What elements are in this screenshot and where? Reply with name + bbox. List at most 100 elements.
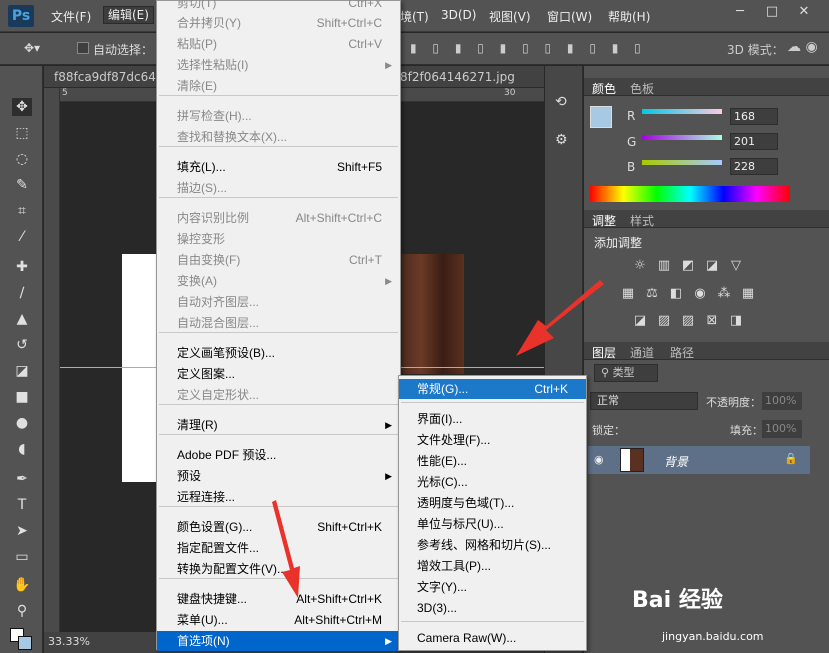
edit-menu-item[interactable]: 清除(E) bbox=[157, 76, 400, 96]
tab-channels[interactable]: 通道 bbox=[630, 344, 654, 361]
edit-menu-item[interactable]: 粘贴(P) Ctrl+V bbox=[157, 34, 400, 54]
r-value-input[interactable]: 168 bbox=[730, 108, 778, 125]
pen-tool-icon[interactable]: ✒ bbox=[12, 470, 32, 488]
marquee-tool-icon[interactable]: ⬚ bbox=[12, 124, 32, 142]
edit-menu-item[interactable]: 查找和替换文本(X)... bbox=[157, 127, 400, 147]
stamp-tool-icon[interactable]: ▲ bbox=[12, 310, 32, 328]
blur-tool-icon[interactable]: ● bbox=[12, 414, 32, 432]
menu-3d[interactable]: 3D(D) bbox=[441, 8, 476, 22]
preferences-menu-item[interactable]: 参考线、网格和切片(S)... bbox=[399, 535, 586, 555]
g-value-input[interactable]: 201 bbox=[730, 133, 778, 150]
tab-paths[interactable]: 路径 bbox=[670, 344, 694, 361]
edit-menu-item[interactable]: 自动对齐图层... bbox=[157, 292, 400, 312]
hue-saturation-icon[interactable]: ▦ bbox=[620, 287, 636, 301]
preferences-menu-item[interactable]: Camera Raw(W)... bbox=[399, 628, 586, 648]
menu-file[interactable]: 文件(F) bbox=[51, 8, 91, 25]
edit-menu-item[interactable]: 操控变形 bbox=[157, 229, 400, 249]
lasso-tool-icon[interactable]: ◌ bbox=[12, 150, 32, 168]
gradient-map-icon[interactable]: ⊠ bbox=[704, 314, 720, 328]
menu-select[interactable]: 境(T) bbox=[400, 8, 429, 25]
edit-menu-item[interactable]: 自由变换(F) Ctrl+T bbox=[157, 250, 400, 270]
black-white-icon[interactable]: ◧ bbox=[668, 287, 684, 301]
background-color-swatch[interactable] bbox=[18, 636, 32, 650]
layer-name[interactable]: 背景 bbox=[664, 453, 688, 470]
opacity-input[interactable]: 100% bbox=[762, 392, 802, 410]
edit-menu-item[interactable]: 拼写检查(H)... bbox=[157, 106, 400, 126]
edit-menu-item[interactable]: 定义图案... bbox=[157, 364, 400, 384]
edit-menu-item[interactable]: 描边(S)... bbox=[157, 178, 400, 198]
zoom-tool-icon[interactable]: ⚲ bbox=[12, 602, 32, 620]
edit-menu-item[interactable]: 选择性粘贴(I) ▶ bbox=[157, 55, 400, 75]
posterize-icon[interactable]: ▨ bbox=[656, 314, 672, 328]
eye-icon[interactable]: ◉ bbox=[594, 453, 604, 466]
preferences-menu-item[interactable]: 光标(C)... bbox=[399, 472, 586, 492]
properties-icon[interactable]: ⚙ bbox=[555, 132, 568, 148]
b-slider[interactable] bbox=[642, 160, 722, 165]
menu-window[interactable]: 窗口(W) bbox=[547, 8, 592, 25]
foreground-color-swatch[interactable] bbox=[590, 106, 612, 128]
brush-tool-icon[interactable]: ∕ bbox=[12, 284, 32, 302]
menu-view[interactable]: 视图(V) bbox=[489, 8, 531, 25]
preferences-menu-item[interactable]: 3D(3)... bbox=[399, 598, 586, 618]
dodge-tool-icon[interactable]: ◖ bbox=[12, 440, 32, 458]
crop-tool-icon[interactable]: ⌗ bbox=[12, 202, 32, 220]
menu-edit[interactable]: 编辑(E) bbox=[103, 6, 154, 24]
preferences-menu-item[interactable]: 增效工具(P)... bbox=[399, 556, 586, 576]
edit-menu-item[interactable]: 变换(A) ▶ bbox=[157, 271, 400, 291]
move-tool-icon[interactable]: ✥▾ bbox=[24, 41, 40, 55]
shape-tool-icon[interactable]: ▭ bbox=[12, 548, 32, 566]
r-slider[interactable] bbox=[642, 109, 722, 114]
tab-adjustments[interactable]: 调整 bbox=[592, 212, 616, 229]
preferences-menu-item[interactable]: 文字(Y)... bbox=[399, 577, 586, 597]
invert-icon[interactable]: ◪ bbox=[632, 314, 648, 328]
edit-menu-item[interactable]: 预设 ▶ bbox=[157, 466, 400, 486]
auto-select-checkbox[interactable] bbox=[77, 42, 89, 54]
edit-menu-item[interactable]: 剪切(T) Ctrl+X bbox=[157, 0, 400, 13]
tab-color[interactable]: 颜色 bbox=[592, 80, 616, 97]
b-value-input[interactable]: 228 bbox=[730, 158, 778, 175]
edit-menu-item[interactable]: 合并拷贝(Y) Shift+Ctrl+C bbox=[157, 13, 400, 33]
edit-menu-item[interactable]: 首选项(N) ▶ bbox=[157, 631, 400, 651]
history-icon[interactable]: ⟲ bbox=[555, 94, 567, 110]
edit-menu-item[interactable]: 内容识别比例 Alt+Shift+Ctrl+C bbox=[157, 208, 400, 228]
close-icon[interactable]: ✕ bbox=[794, 4, 814, 20]
edit-menu-item[interactable]: 定义自定形状... bbox=[157, 385, 400, 405]
threshold-icon[interactable]: ▨ bbox=[680, 314, 696, 328]
edit-menu-item[interactable]: Adobe PDF 预设... bbox=[157, 445, 400, 465]
tab-styles[interactable]: 样式 bbox=[630, 212, 654, 229]
blend-mode-select[interactable]: 正常 bbox=[590, 392, 698, 410]
preferences-menu-item[interactable]: 单位与标尺(U)... bbox=[399, 514, 586, 534]
quick-select-icon[interactable]: ✎ bbox=[12, 176, 32, 194]
eyedropper-icon[interactable]: ⁄ bbox=[12, 228, 32, 246]
fill-input[interactable]: 100% bbox=[762, 420, 802, 438]
layer-kind-filter[interactable]: ⚲ 类型 bbox=[594, 364, 658, 382]
photo-filter-icon[interactable]: ◉ bbox=[692, 287, 708, 301]
layer-row-background[interactable]: ◉ 背景 🔒 bbox=[588, 446, 810, 474]
document-tab[interactable]: f88fca9df87dc641 bbox=[54, 70, 164, 84]
channel-mixer-icon[interactable]: ⁂ bbox=[716, 287, 732, 301]
align-icons[interactable]: ▮ ▯ ▮ ▯ ▮ ▯ ▯ ▮ ▯ ▮ ▯ bbox=[410, 41, 647, 55]
edit-menu-item[interactable]: 清理(R) ▶ bbox=[157, 415, 400, 435]
brightness-icon[interactable]: ☼ bbox=[632, 259, 648, 273]
levels-icon[interactable]: ▥ bbox=[656, 259, 672, 273]
color-spectrum[interactable] bbox=[590, 186, 790, 202]
curves-icon[interactable]: ◩ bbox=[680, 259, 696, 273]
3d-orbit-icon[interactable]: ☁ ◉ bbox=[787, 39, 818, 55]
exposure-icon[interactable]: ◪ bbox=[704, 259, 720, 273]
edit-menu-item[interactable]: 填充(L)... Shift+F5 bbox=[157, 157, 400, 177]
edit-menu-item[interactable]: 自动混合图层... bbox=[157, 313, 400, 333]
zoom-level[interactable]: 33.33% bbox=[48, 635, 90, 648]
preferences-menu-item[interactable]: 文件处理(F)... bbox=[399, 430, 586, 450]
minimize-icon[interactable]: ─ bbox=[730, 4, 750, 20]
menu-help[interactable]: 帮助(H) bbox=[608, 8, 650, 25]
path-select-icon[interactable]: ➤ bbox=[12, 522, 32, 540]
preferences-menu-item[interactable]: 常规(G)... Ctrl+K bbox=[399, 379, 586, 399]
color-lookup-icon[interactable]: ▦ bbox=[740, 287, 756, 301]
color-balance-icon[interactable]: ⚖ bbox=[644, 287, 660, 301]
preferences-menu-item[interactable]: 性能(E)... bbox=[399, 451, 586, 471]
edit-menu-item[interactable]: 菜单(U)... Alt+Shift+Ctrl+M bbox=[157, 610, 400, 630]
preferences-menu-item[interactable]: 透明度与色域(T)... bbox=[399, 493, 586, 513]
eraser-tool-icon[interactable]: ◪ bbox=[12, 362, 32, 380]
move-tool-icon[interactable]: ✥ bbox=[12, 98, 32, 116]
preferences-menu-item[interactable]: 界面(I)... bbox=[399, 409, 586, 429]
